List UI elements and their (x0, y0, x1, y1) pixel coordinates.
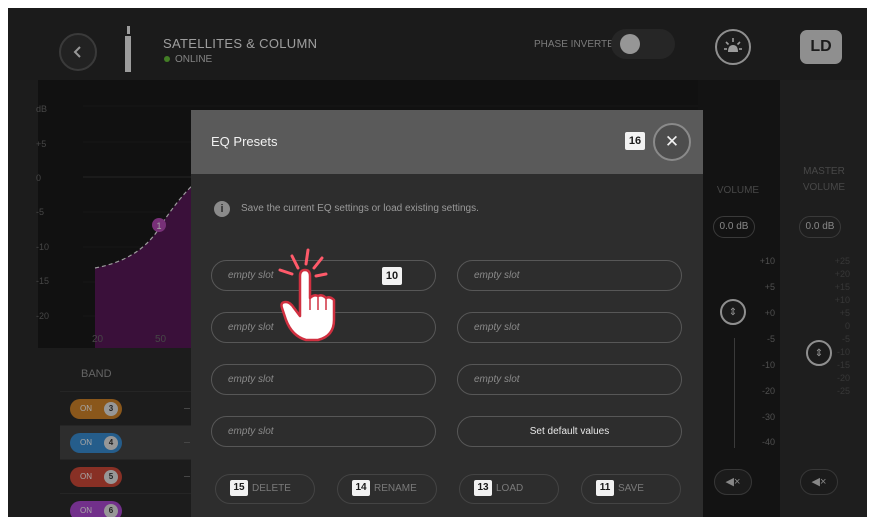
callout-badge: 10 (382, 267, 402, 285)
callout-badge: 15 (230, 480, 248, 497)
preset-slot[interactable]: empty slot (457, 364, 682, 395)
slot-label: empty slot (228, 270, 274, 281)
modal-header: EQ Presets 16 ✕ (191, 110, 703, 174)
load-button[interactable]: 13 LOAD (459, 474, 559, 504)
preset-slot[interactable]: empty slot (457, 312, 682, 343)
preset-slot[interactable]: empty slot (211, 416, 436, 447)
callout-badge: 14 (352, 480, 370, 497)
action-label: SAVE (618, 483, 644, 494)
close-button[interactable]: ✕ (653, 123, 691, 161)
set-default-values-button[interactable]: Set default values (457, 416, 682, 447)
info-icon: i (214, 201, 230, 217)
action-label: LOAD (496, 483, 524, 494)
eq-presets-modal: EQ Presets 16 ✕ i Save the current EQ se… (191, 110, 703, 517)
action-label: DELETE (252, 483, 291, 494)
app-window: SATELLITES & COLUMN ONLINE PHASE INVERTE… (8, 8, 867, 517)
preset-slot[interactable]: empty slot (211, 364, 436, 395)
rename-button[interactable]: 14 RENAME (337, 474, 437, 504)
save-button[interactable]: 11 SAVE (581, 474, 681, 504)
action-label: RENAME (374, 483, 417, 494)
modal-title: EQ Presets (211, 134, 278, 149)
callout-badge: 11 (596, 480, 614, 497)
close-icon: ✕ (664, 132, 680, 151)
callout-badge: 16 (625, 132, 645, 150)
info-text: Save the current EQ settings or load exi… (241, 203, 479, 214)
callout-badge: 13 (474, 480, 492, 497)
delete-button[interactable]: 15 DELETE (215, 474, 315, 504)
preset-slot[interactable]: empty slot (457, 260, 682, 291)
tap-hand-icon (278, 248, 336, 342)
